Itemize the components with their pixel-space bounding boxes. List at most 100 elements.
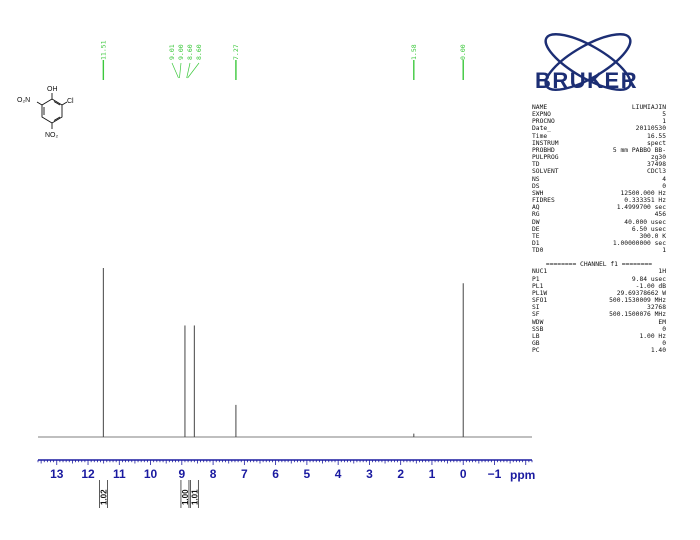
acq-param-value: 20110530 [635,125,666,133]
acq-param-key: DE [532,225,540,233]
x-axis-label: ppm [510,468,535,482]
acq-param-value: 37498 [647,161,666,169]
acq-param-value: 0 [662,182,666,190]
channel-param-key: PL1W [532,289,548,297]
acq-param-row: D1 1.00000000 sec [532,240,666,247]
acq-param-key: TD [532,161,540,169]
no2-bottom-label: NO₂ [45,132,59,139]
acq-param-row: DS 0 [532,183,666,190]
channel-header: ======== CHANNEL f1 ======== [545,261,653,269]
acq-param-key: DW [532,218,540,226]
x-tick-label: 13 [50,467,64,481]
bruker-logo-text: BRUKER [535,68,639,93]
acq-param-key: D1 [532,239,540,247]
acq-param-key: Time [532,132,548,140]
channel-param-row: SI 32768 [532,304,666,311]
acq-param-row: TD0 1 [532,247,666,254]
acq-param-key: NS [532,175,540,183]
acq-param-key: DS [532,182,540,190]
acq-param-key: SWH [532,189,544,197]
channel-param-key: PL1 [532,282,544,290]
oh-label: OH [47,86,58,93]
acq-param-row: SOLVENT CDCl3 [532,168,666,175]
acq-param-value: LIUMIAJIN [631,104,666,111]
acq-param-row: AQ 1.4999700 sec [532,204,666,211]
acq-param-row: SWH 12500.000 Hz [532,190,666,197]
acq-param-key: NAME [532,104,548,111]
acq-param-row: PROCNO 1 [532,118,666,125]
channel-param-value: 1.00 Hz [639,332,666,340]
peak-label: 11.51 [99,40,107,60]
acq-param-value: zg30 [650,154,666,162]
channel-param-row: PL1 -1.00 dB [532,283,666,290]
peak-label: 1.58 [410,44,418,60]
acq-param-value: CDCl3 [647,168,666,176]
channel-param-row: SSB 0 [532,326,666,333]
channel-param-key: PC [532,347,540,355]
acq-param-key: PROBHD [532,146,555,154]
x-tick-label: 3 [366,467,373,481]
spectrum-trace-group [38,268,532,438]
x-tick-label: 7 [241,467,248,481]
channel-param-value: 32768 [647,304,666,312]
acq-param-key: RG [532,211,540,219]
acq-param-value: 456 [654,211,666,219]
x-tick-label: 6 [272,467,279,481]
acq-param-key: AQ [532,204,540,212]
integral-group: 1.02 1.00 1.01 [98,480,199,508]
acquisition-list: NAME LIUMIAJIN EXPNO 5 PROCNO 1 Date_ 20110530 T… [532,104,666,254]
integral-value: 1.01 [190,489,199,505]
acq-param-value: 5 mm PABBO BB- [612,146,666,154]
channel-param-value: 1H [658,268,666,276]
channel-list: NUC1 1H P1 9.84 usec PL1 -1.00 dB PL1W 29.69378… [532,268,666,354]
peak-label: 0.00 [459,44,467,60]
channel-param-row: LB 1.00 Hz [532,333,666,340]
channel-param-value: 500.1530009 MHz [609,297,666,305]
channel-param-key: SSB [532,325,544,333]
x-tick-label: 10 [144,467,158,481]
channel-param-key: SFO1 [532,297,548,305]
cl-label: Cl [67,98,74,105]
acq-param-key: INSTRUM [532,139,559,147]
x-tick-label: 5 [304,467,311,481]
molecule-structure: OH Cl O₂N NO₂ [17,86,74,139]
channel-param-value: 9.84 usec [631,275,666,283]
channel-param-row: WDW EM [532,319,666,326]
peak-label: 9.01 [168,44,176,60]
x-tick-label: 2 [397,467,404,481]
acquisition-parameters: NAME LIUMIAJIN EXPNO 5 PROCNO 1 Date_ 20110530 T… [532,104,666,354]
peak-label: 8.60 [186,44,194,60]
acq-param-value: spect [647,139,666,147]
acq-param-key: EXPNO [532,111,551,119]
channel-param-key: LB [532,332,540,340]
peak-label: 9.00 [177,44,185,60]
acq-param-key: Date_ [532,125,551,133]
acq-param-value: 40.000 usec [624,218,666,226]
acq-param-value: 300.0 K [639,232,666,240]
acq-param-row: DW 40.000 usec [532,219,666,226]
channel-param-row: PL1W 29.69378662 W [532,290,666,297]
peak-label: 7.27 [232,44,240,60]
x-tick-label: 8 [210,467,217,481]
peak-label-marker [179,62,182,79]
x-tick-label: 4 [335,467,342,481]
acq-param-row: NAME LIUMIAJIN [532,104,666,111]
acq-param-value: 1 [662,247,666,255]
channel-param-value: EM [658,318,666,326]
acq-param-key: PROCNO [532,118,555,126]
peak-label-marker [171,62,179,79]
channel-param-key: SI [532,304,540,312]
acq-param-value: 6.50 usec [631,225,666,233]
acq-param-row: RG 456 [532,211,666,218]
x-tick-label: 0 [460,467,467,481]
x-tick-label: 12 [81,467,95,481]
acq-param-value: 4 [662,175,666,183]
channel-param-row: SF 500.1500076 MHz [532,311,666,318]
acq-param-row: Date_ 20110530 [532,125,666,132]
channel-param-key: GB [532,340,540,347]
channel-param-key: SF [532,311,540,319]
x-tick-label: 11 [113,467,126,481]
acq-param-row: PROBHD 5 mm PABBO BB- [532,147,666,154]
channel-param-value: 1.40 [650,347,666,355]
acq-param-row: Time 16.55 [532,133,666,140]
